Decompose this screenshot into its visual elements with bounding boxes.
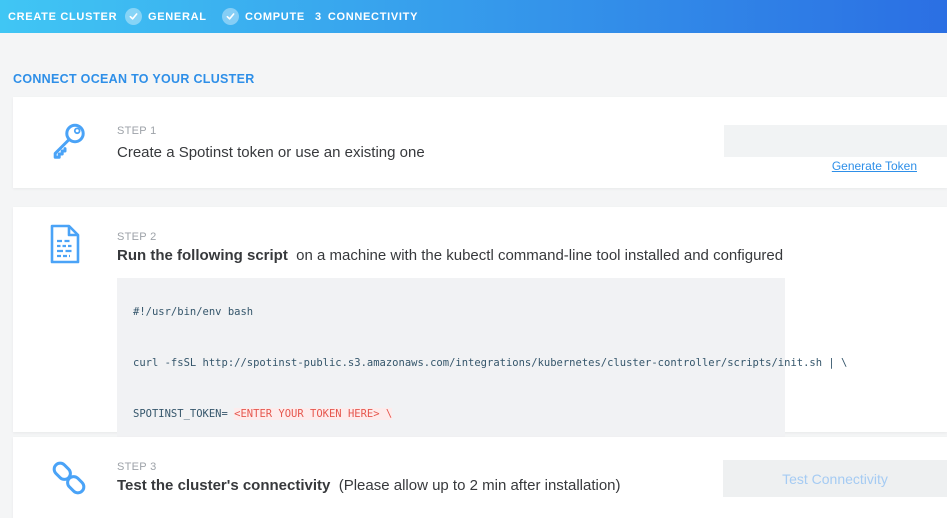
tab-connectivity[interactable]: 3 CONNECTIVITY bbox=[315, 0, 418, 33]
step2-card: STEP 2 Run the following script on a mac… bbox=[13, 207, 947, 432]
script-file-icon bbox=[48, 224, 82, 269]
test-connectivity-button[interactable]: Test Connectivity bbox=[723, 460, 947, 497]
token-input[interactable] bbox=[724, 125, 947, 157]
script-line: curl -fsSL http://spotinst-public.s3.ama… bbox=[133, 355, 769, 372]
step2-title: Run the following script on a machine wi… bbox=[117, 247, 783, 264]
step3-title-rest: (Please allow up to 2 min after installa… bbox=[330, 477, 620, 494]
step1-card: STEP 1 Create a Spotinst token or use an… bbox=[13, 97, 947, 188]
tab-general[interactable]: GENERAL bbox=[125, 0, 207, 33]
token-placeholder: <ENTER YOUR TOKEN HERE> \ bbox=[234, 408, 392, 420]
step3-title: Test the cluster's connectivity (Please … bbox=[117, 477, 621, 494]
token-var-prefix: SPOTINST_TOKEN= bbox=[133, 408, 234, 420]
tab-compute-label: COMPUTE bbox=[245, 11, 305, 23]
chain-link-icon bbox=[48, 456, 90, 505]
wizard-topbar: CREATE CLUSTER GENERAL COMPUTE 3 CONNECT… bbox=[0, 0, 947, 33]
step1-eyebrow: STEP 1 bbox=[117, 125, 157, 137]
step1-title: Create a Spotinst token or use an existi… bbox=[117, 144, 425, 161]
check-circle-icon bbox=[125, 8, 142, 25]
tab-compute[interactable]: COMPUTE bbox=[222, 0, 305, 33]
wizard-title: CREATE CLUSTER bbox=[8, 0, 117, 33]
step2-eyebrow: STEP 2 bbox=[117, 231, 157, 243]
page-title: CONNECT OCEAN TO YOUR CLUSTER bbox=[13, 72, 255, 86]
step3-eyebrow: STEP 3 bbox=[117, 461, 157, 473]
tab-general-label: GENERAL bbox=[148, 11, 207, 23]
step2-title-rest: on a machine with the kubectl command-li… bbox=[288, 247, 783, 264]
tab-connectivity-label: CONNECTIVITY bbox=[328, 11, 418, 23]
check-circle-icon bbox=[222, 8, 239, 25]
key-icon bbox=[48, 120, 88, 167]
create-cluster-connectivity-screen: CREATE CLUSTER GENERAL COMPUTE 3 CONNECT… bbox=[0, 0, 947, 518]
step2-title-bold: Run the following script bbox=[117, 247, 288, 264]
script-line: #!/usr/bin/env bash bbox=[133, 304, 769, 321]
step3-title-bold: Test the cluster's connectivity bbox=[117, 477, 330, 494]
tab-connectivity-number: 3 bbox=[315, 11, 322, 23]
generate-token-link[interactable]: Generate Token bbox=[832, 159, 917, 173]
step3-card: STEP 3 Test the cluster's connectivity (… bbox=[13, 437, 947, 518]
script-line: SPOTINST_TOKEN= <ENTER YOUR TOKEN HERE> … bbox=[133, 406, 769, 423]
